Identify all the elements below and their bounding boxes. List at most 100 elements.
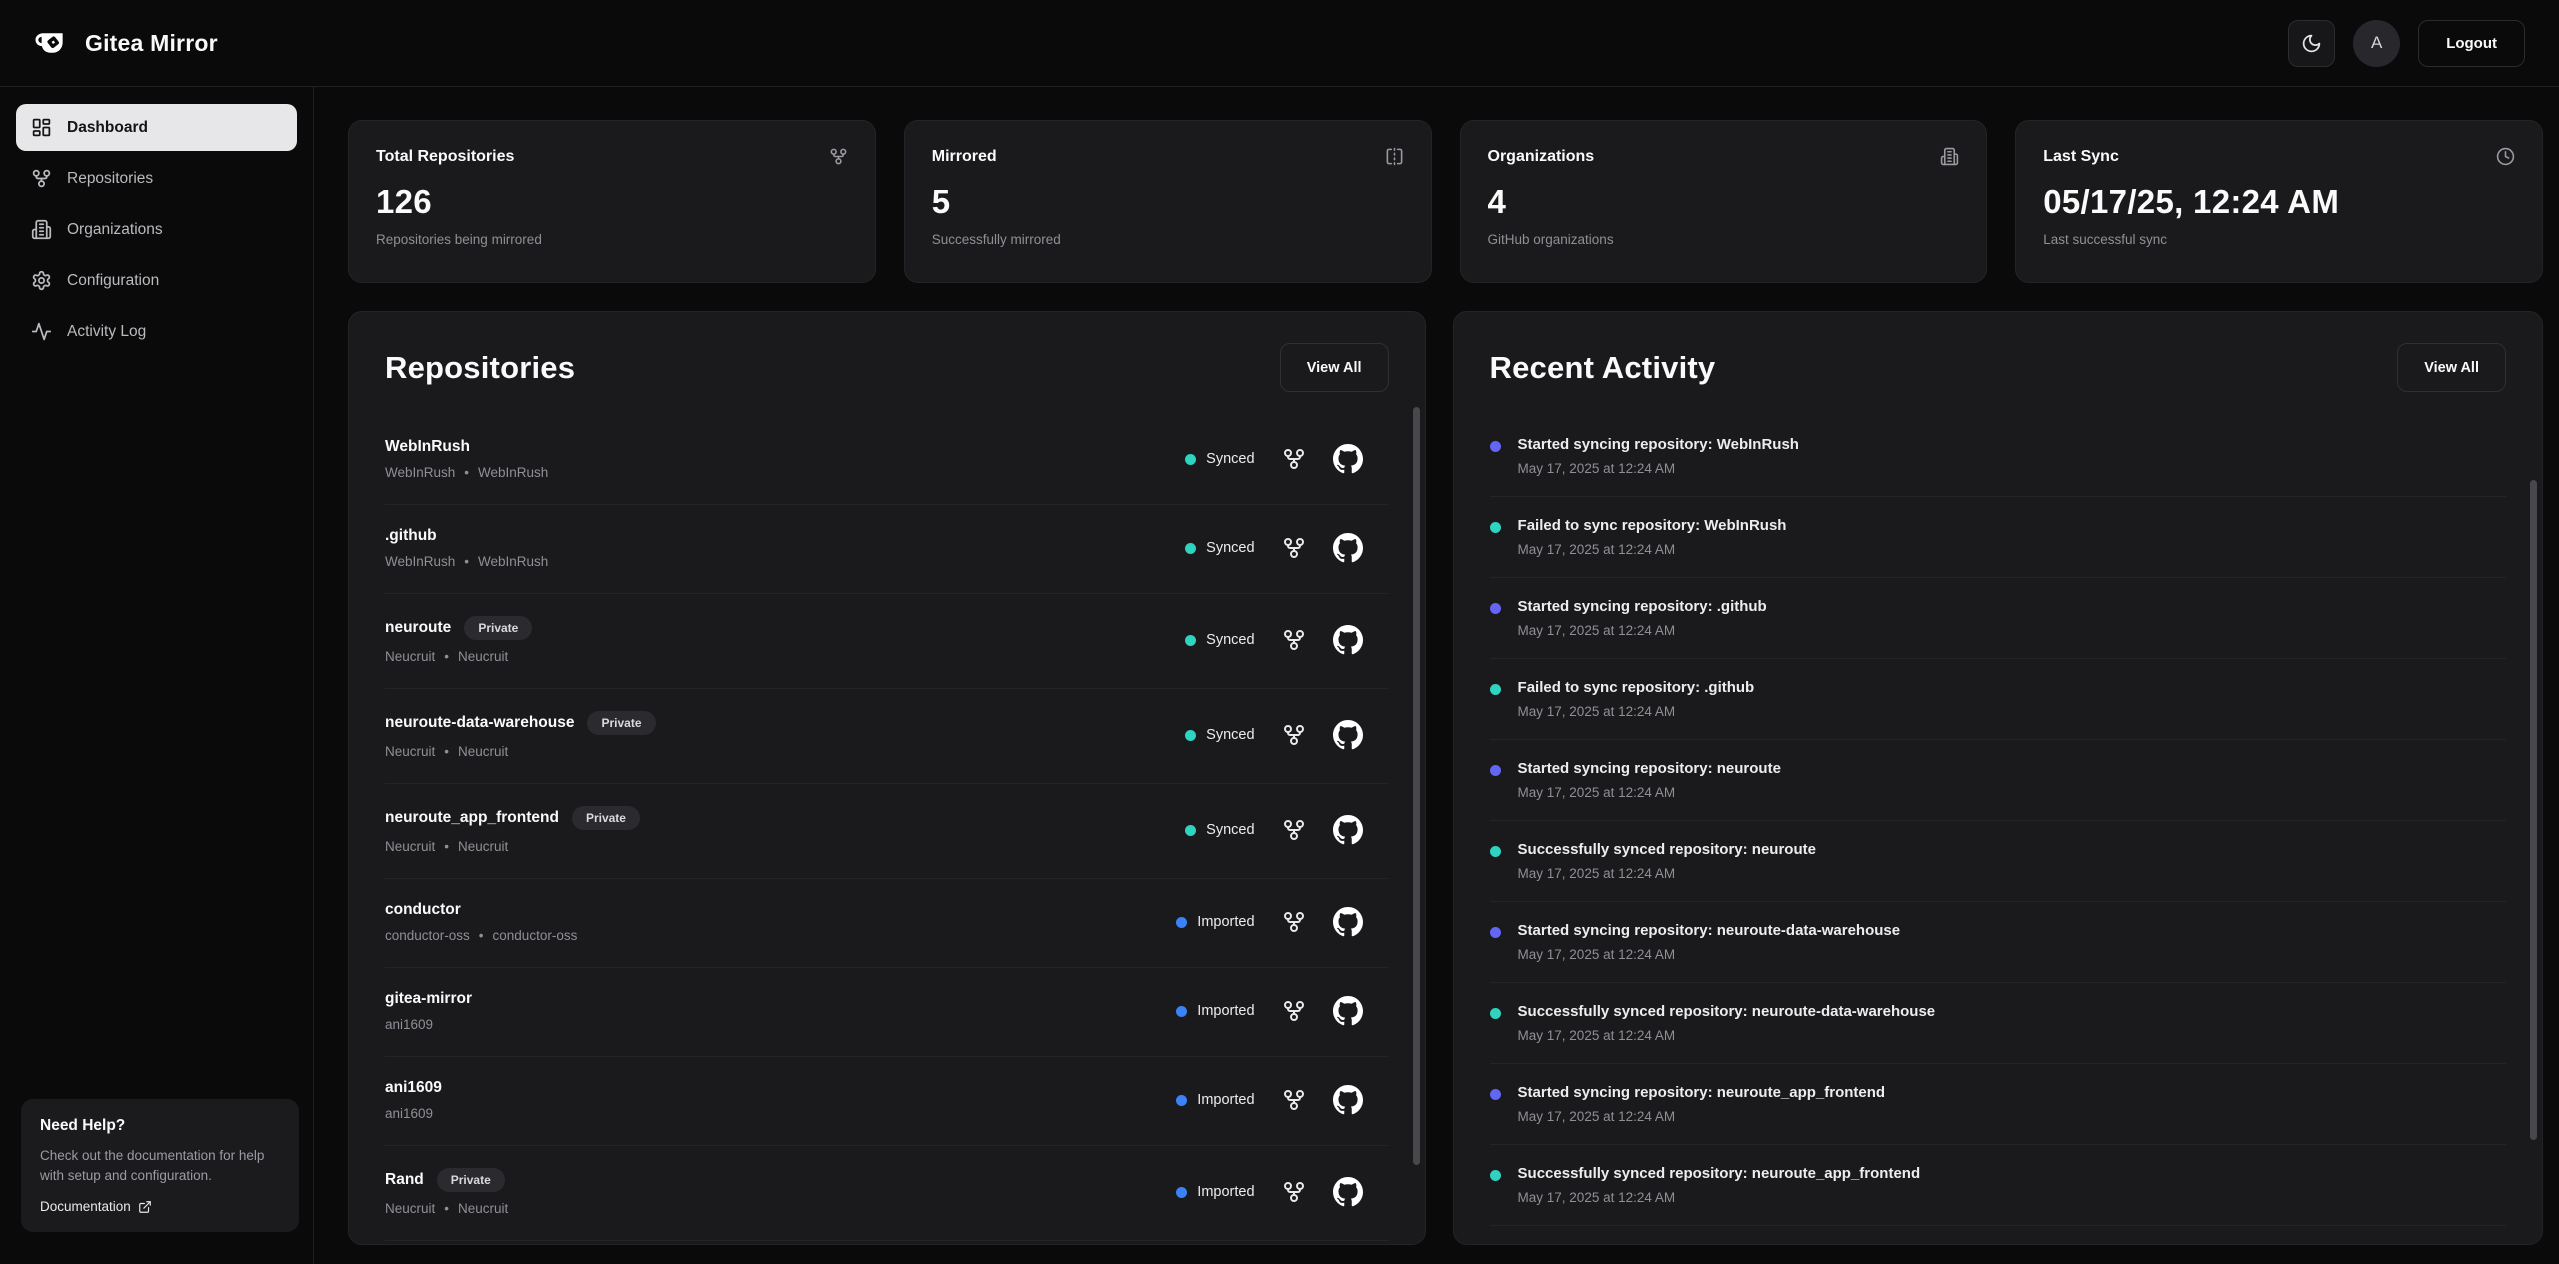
github-link-button[interactable]: [1333, 907, 1363, 937]
repo-status-dot: [1185, 825, 1196, 836]
avatar[interactable]: A: [2353, 20, 2400, 67]
github-icon: [1333, 533, 1363, 563]
repo-separator-bullet: •: [464, 554, 469, 569]
sidebar-item-dashboard[interactable]: Dashboard: [16, 104, 297, 151]
activity-message: Started syncing repository: .github: [1518, 598, 1767, 615]
sidebar-item-repositories[interactable]: Repositories: [16, 155, 297, 202]
repo-separator-bullet: •: [444, 649, 449, 664]
activity-message: Successfully synced repository: neuroute…: [1518, 1165, 1921, 1182]
repo-mirror: Neucruit: [458, 744, 508, 759]
git-fork-icon: [1282, 818, 1306, 842]
activity-timestamp: May 17, 2025 at 12:24 AM: [1518, 461, 1799, 476]
activity-timestamp: May 17, 2025 at 12:24 AM: [1518, 785, 1781, 800]
github-link-button[interactable]: [1333, 720, 1363, 750]
activity-view-all-button[interactable]: View All: [2397, 343, 2506, 392]
external-link-icon: [138, 1200, 152, 1214]
repo-owner: Neucruit: [385, 1201, 435, 1216]
git-fork-icon: [1282, 999, 1306, 1023]
repo-owner: WebInRush: [385, 554, 455, 569]
repo-name: .github: [385, 527, 437, 545]
mirror-repo-button[interactable]: [1282, 818, 1306, 842]
repository-list: WebInRush WebInRush • WebInRush Synced: [385, 416, 1389, 1241]
sidebar-item-label: Activity Log: [67, 323, 146, 341]
help-body: Check out the documentation for help wit…: [40, 1146, 280, 1187]
repository-row: neuroute-data-warehouse Private Neucruit…: [385, 689, 1389, 784]
activity-status-dot: [1490, 684, 1501, 695]
building-icon: [1940, 147, 1959, 166]
stat-card-mirrored: Mirrored 5 Successfully mirrored: [904, 120, 1432, 283]
repo-status-label: Synced: [1206, 727, 1254, 743]
mirror-repo-button[interactable]: [1282, 723, 1306, 747]
repo-mirror: WebInRush: [478, 554, 548, 569]
repositories-scrollbar[interactable]: [1413, 407, 1420, 1165]
activity-message: Started syncing repository: WebInRush: [1518, 436, 1799, 453]
mirror-repo-button[interactable]: [1282, 447, 1306, 471]
moon-icon: [2301, 33, 2322, 54]
stat-subtitle: Last successful sync: [2043, 232, 2515, 247]
github-link-button[interactable]: [1333, 815, 1363, 845]
activity-status-dot: [1490, 603, 1501, 614]
sidebar-item-organizations[interactable]: Organizations: [16, 206, 297, 253]
activity-status-dot: [1490, 927, 1501, 938]
sidebar-item-activity-log[interactable]: Activity Log: [16, 308, 297, 355]
mirror-repo-button[interactable]: [1282, 1088, 1306, 1112]
repository-row: neuroute Private Neucruit • Neucruit Syn…: [385, 594, 1389, 689]
github-link-button[interactable]: [1333, 1177, 1363, 1207]
stat-value: 4: [1488, 183, 1960, 221]
activity-message: Failed to sync repository: WebInRush: [1518, 517, 1787, 534]
repositories-view-all-button[interactable]: View All: [1280, 343, 1389, 392]
repo-status-label: Synced: [1206, 451, 1254, 467]
mirror-repo-button[interactable]: [1282, 999, 1306, 1023]
repo-separator-bullet: •: [444, 1201, 449, 1216]
github-icon: [1333, 1177, 1363, 1207]
repo-name: Rand: [385, 1171, 424, 1189]
repo-mirror: Neucruit: [458, 649, 508, 664]
activity-item: Successfully synced repository: neuroute…: [1490, 983, 2506, 1064]
logout-button[interactable]: Logout: [2418, 20, 2525, 67]
repo-status-label: Synced: [1206, 632, 1254, 648]
repository-row: WebInRush WebInRush • WebInRush Synced: [385, 416, 1389, 505]
theme-toggle-button[interactable]: [2288, 20, 2335, 67]
repo-status-label: Synced: [1206, 822, 1254, 838]
mirror-repo-button[interactable]: [1282, 910, 1306, 934]
activity-status-dot: [1490, 846, 1501, 857]
github-icon: [1333, 625, 1363, 655]
repo-status-dot: [1185, 730, 1196, 741]
repo-status: Synced: [1185, 451, 1254, 467]
github-link-button[interactable]: [1333, 444, 1363, 474]
activity-item: Started syncing repository: neuroute_app…: [1490, 1064, 2506, 1145]
github-link-button[interactable]: [1333, 625, 1363, 655]
activity-item: Started syncing repository: .github May …: [1490, 578, 2506, 659]
activity-message: Successfully synced repository: neuroute…: [1518, 1003, 1936, 1020]
help-title: Need Help?: [40, 1117, 280, 1135]
github-link-button[interactable]: [1333, 996, 1363, 1026]
private-badge: Private: [587, 711, 655, 735]
activity-message: Started syncing repository: neuroute: [1518, 760, 1781, 777]
repo-status: Synced: [1185, 822, 1254, 838]
repo-status-dot: [1176, 1006, 1187, 1017]
clock-icon: [2496, 147, 2515, 166]
sidebar-item-configuration[interactable]: Configuration: [16, 257, 297, 304]
sidebar-item-label: Organizations: [67, 221, 163, 239]
mirror-repo-button[interactable]: [1282, 628, 1306, 652]
recent-activity-panel-title: Recent Activity: [1490, 350, 1716, 386]
stat-value: 05/17/25, 12:24 AM: [2043, 183, 2515, 221]
mirror-repo-button[interactable]: [1282, 536, 1306, 560]
repo-separator-bullet: •: [444, 744, 449, 759]
activity-scrollbar[interactable]: [2530, 480, 2537, 1140]
sidebar-item-label: Configuration: [67, 272, 159, 290]
activity-status-dot: [1490, 1170, 1501, 1181]
repo-name: neuroute: [385, 619, 451, 637]
documentation-link[interactable]: Documentation: [40, 1199, 152, 1214]
need-help-card: Need Help? Check out the documentation f…: [21, 1099, 299, 1233]
activity-timestamp: May 17, 2025 at 12:24 AM: [1518, 623, 1767, 638]
activity-item: Successfully synced repository: neuroute…: [1490, 821, 2506, 902]
repo-mirror: Neucruit: [458, 1201, 508, 1216]
github-link-button[interactable]: [1333, 1085, 1363, 1115]
repo-separator-bullet: •: [444, 839, 449, 854]
repo-name: neuroute-data-warehouse: [385, 714, 574, 732]
mirror-repo-button[interactable]: [1282, 1180, 1306, 1204]
repo-status: Synced: [1185, 540, 1254, 556]
github-link-button[interactable]: [1333, 533, 1363, 563]
repo-owner: conductor-oss: [385, 928, 470, 943]
